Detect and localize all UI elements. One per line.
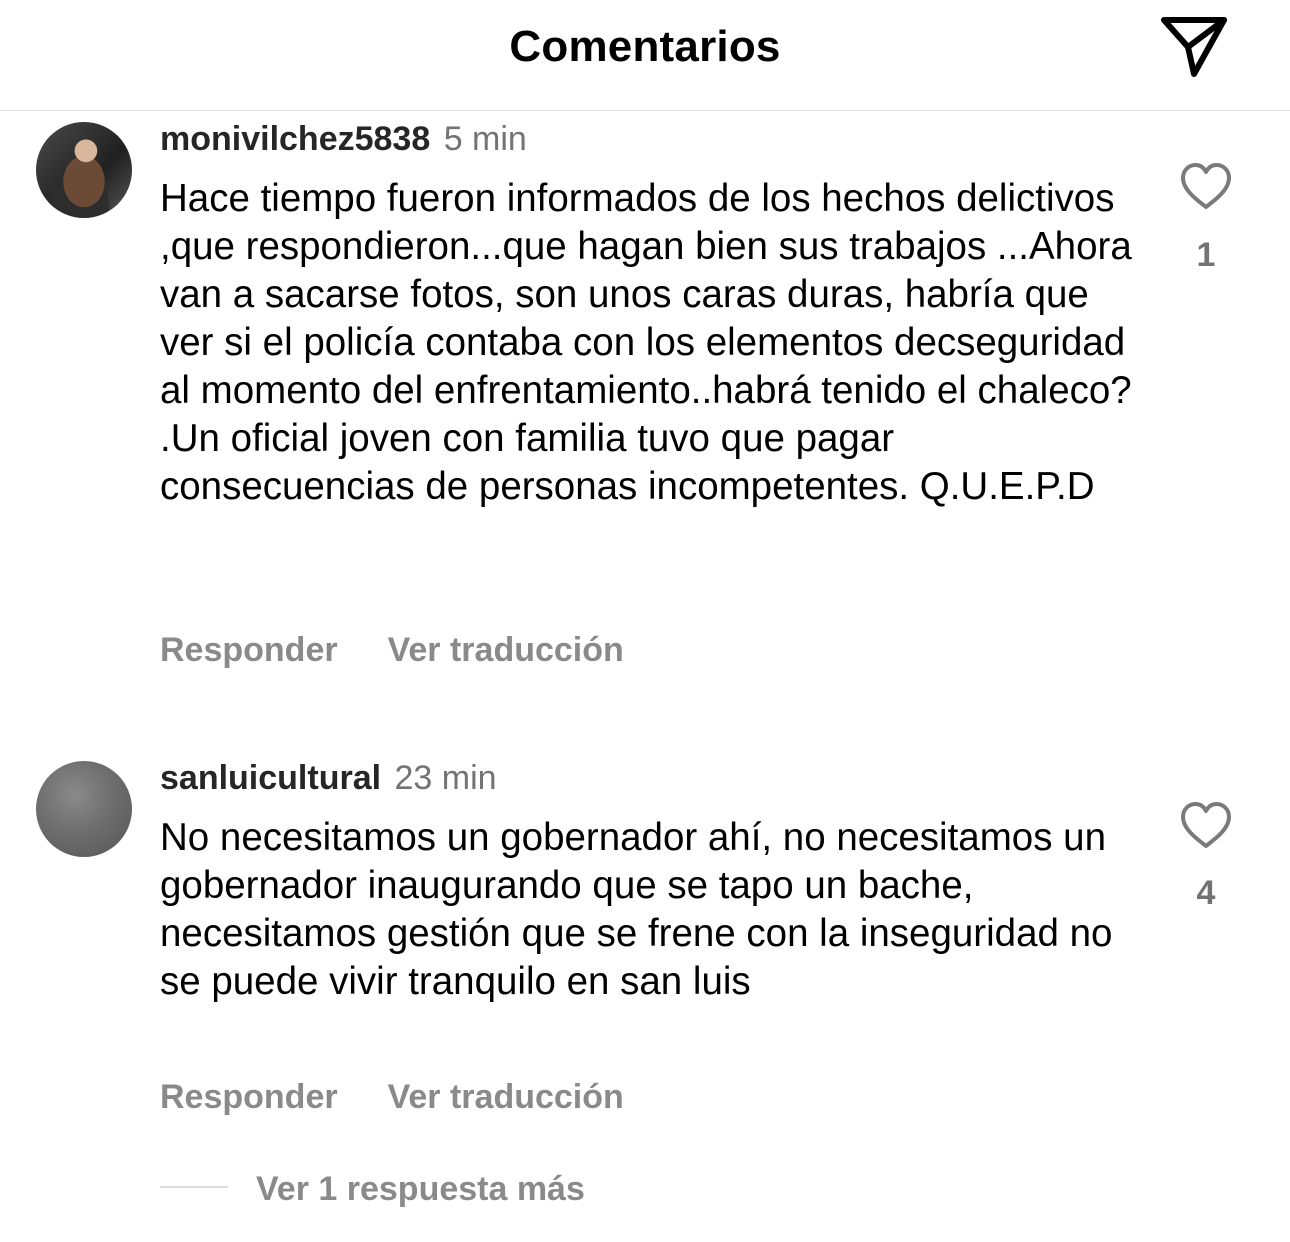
- translate-button[interactable]: Ver traducción: [388, 1078, 624, 1116]
- comment-actions: Responder Ver traducción: [160, 631, 624, 670]
- comment-text: No necesitamos un gobernador ahí, no nec…: [160, 816, 1113, 1003]
- like-count: 4: [1196, 874, 1216, 912]
- like-count: 1: [1196, 236, 1216, 274]
- view-more-replies-button[interactable]: Ver 1 respuesta más: [160, 1170, 585, 1209]
- avatar[interactable]: [36, 761, 132, 857]
- comment-meta: monivilchez5838 5 min: [160, 120, 527, 159]
- avatar[interactable]: [36, 122, 132, 218]
- comment-username[interactable]: monivilchez5838: [160, 120, 430, 158]
- comment-meta: sanluicultural 23 min: [160, 759, 497, 798]
- heart-icon[interactable]: [1178, 800, 1234, 850]
- comment-time: 5 min: [443, 120, 527, 158]
- comment-actions: Responder Ver traducción: [160, 1078, 624, 1117]
- comment-text: Hace tiempo fueron informados de los hec…: [160, 177, 1132, 508]
- paper-plane-icon[interactable]: [1158, 14, 1230, 80]
- reply-button[interactable]: Responder: [160, 1078, 338, 1116]
- heart-icon[interactable]: [1178, 161, 1234, 211]
- translate-button[interactable]: Ver traducción: [388, 631, 624, 669]
- header-bar: Comentarios: [0, 0, 1290, 111]
- comment-time: 23 min: [394, 759, 497, 797]
- page-title: Comentarios: [509, 22, 781, 71]
- divider-line: [160, 1186, 228, 1189]
- reply-button[interactable]: Responder: [160, 631, 338, 669]
- view-more-replies-label: Ver 1 respuesta más: [256, 1170, 585, 1208]
- comment-username[interactable]: sanluicultural: [160, 759, 381, 797]
